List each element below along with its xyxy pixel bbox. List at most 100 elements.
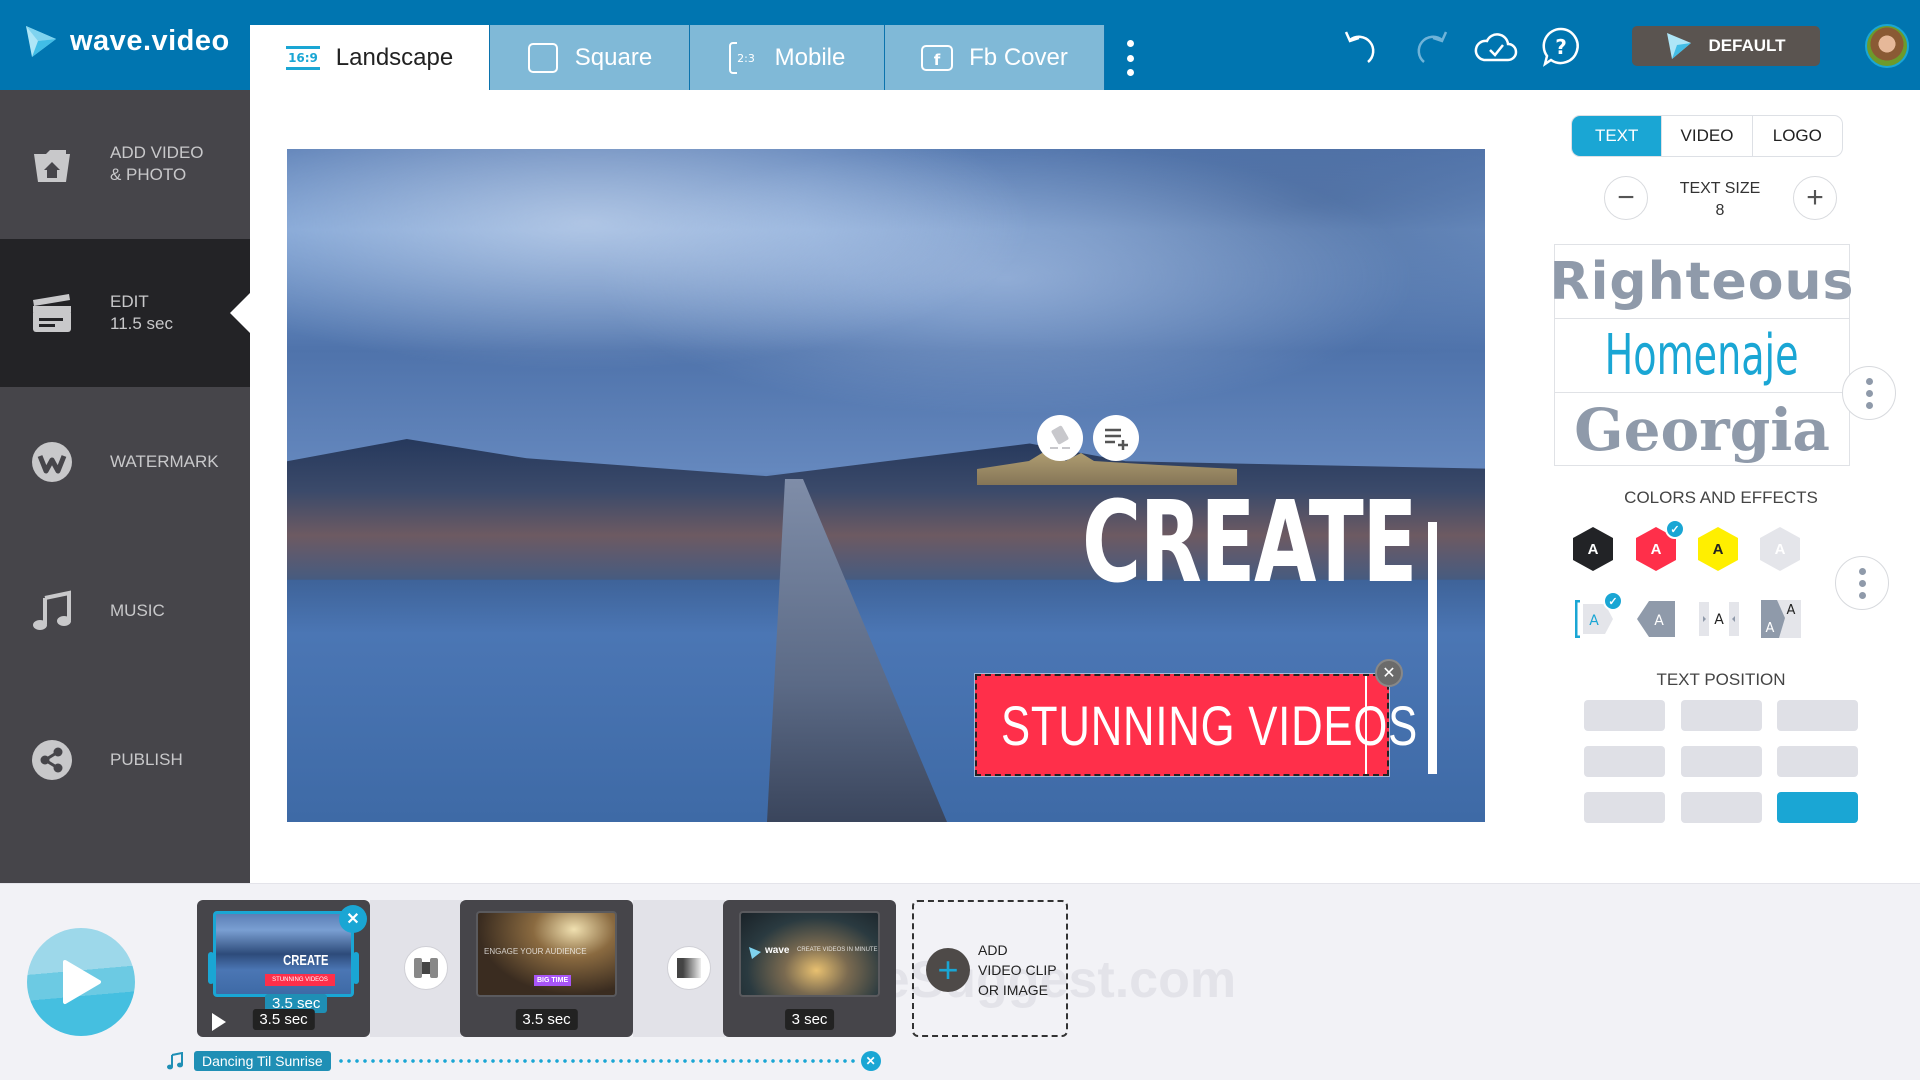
remove-text-button[interactable]: ✕ xyxy=(1375,659,1403,687)
app-name: wave.video xyxy=(70,24,230,57)
timeline-clip[interactable]: wave CREATE VIDEOS IN MINUTES 3 sec xyxy=(723,900,896,1037)
clip-play-icon[interactable] xyxy=(211,1012,227,1032)
tab-label: Square xyxy=(574,43,653,71)
tab-text[interactable]: TEXT xyxy=(1572,116,1663,156)
tab-label: Mobile xyxy=(774,43,846,71)
effect-slide-center[interactable]: A xyxy=(1699,600,1739,638)
redo-icon[interactable] xyxy=(1408,26,1450,68)
help-icon[interactable]: ? xyxy=(1540,26,1582,68)
transition-button[interactable] xyxy=(404,946,448,990)
remove-music-button[interactable]: ✕ xyxy=(860,1051,881,1071)
sidebar-item-edit[interactable]: EDIT 11.5 sec xyxy=(0,239,250,387)
thumb-subline: BIG TIME xyxy=(534,975,572,986)
close-icon: ✕ xyxy=(1382,665,1396,682)
add-list-icon xyxy=(1105,428,1128,450)
headline-text[interactable]: CREATE xyxy=(1082,487,1417,599)
add-clip-label: ADD xyxy=(978,942,1008,958)
effect-diagonal[interactable]: AA xyxy=(1761,600,1801,638)
clip-thumbnail: wave CREATE VIDEOS IN MINUTES xyxy=(739,911,880,997)
effect-arrow-left[interactable]: A xyxy=(1637,600,1677,638)
position-top-right[interactable] xyxy=(1777,700,1858,731)
svg-text:A: A xyxy=(1714,612,1724,628)
tab-fb-cover[interactable]: f Fb Cover xyxy=(885,25,1105,90)
add-clip-button[interactable]: + ADD VIDEO CLIP OR IMAGE xyxy=(912,900,1068,1037)
position-bottom-left[interactable] xyxy=(1584,792,1665,823)
svg-text:A: A xyxy=(1766,621,1775,636)
position-top-left[interactable] xyxy=(1584,700,1665,731)
svg-text:A: A xyxy=(1589,613,1599,629)
position-middle-center[interactable] xyxy=(1681,746,1762,777)
clip-thumbnail: ENGAGE YOUR AUDIENCE BIG TIME xyxy=(476,911,617,997)
font-option-georgia[interactable]: Georgia xyxy=(1555,393,1849,467)
svg-text:f: f xyxy=(934,51,941,69)
undo-icon[interactable] xyxy=(1342,26,1384,68)
play-preview-button[interactable] xyxy=(27,928,135,1036)
remove-clip-button[interactable]: ✕ xyxy=(339,905,367,933)
thumb-subline: STUNNING VIDEOS xyxy=(265,974,335,986)
decrease-text-size-button[interactable]: − xyxy=(1604,176,1648,220)
music-track-title[interactable]: Dancing Til Sunrise xyxy=(194,1051,331,1071)
svg-text:16:9: 16:9 xyxy=(288,51,318,65)
position-middle-left[interactable] xyxy=(1584,746,1665,777)
add-clip-label: OR IMAGE xyxy=(978,982,1049,998)
thumb-subline: CREATE VIDEOS IN MINUTES xyxy=(797,947,880,953)
font-list: Righteous Homenaje Georgia xyxy=(1550,244,1853,467)
plus-icon: + xyxy=(1806,181,1824,214)
more-fonts-button[interactable] xyxy=(1842,366,1896,420)
square-icon xyxy=(527,42,559,74)
app-logo[interactable]: wave.video xyxy=(24,24,230,58)
position-top-center[interactable] xyxy=(1681,700,1762,731)
trim-handle-left[interactable] xyxy=(208,952,214,984)
tab-logo[interactable]: LOGO xyxy=(1753,116,1842,156)
tab-square[interactable]: Square xyxy=(490,25,690,90)
font-option-homenaje[interactable]: Homenaje xyxy=(1555,319,1849,393)
add-text-line-button[interactable] xyxy=(1093,415,1139,461)
position-bottom-right[interactable] xyxy=(1777,792,1858,823)
user-avatar[interactable] xyxy=(1865,24,1909,68)
tab-mobile[interactable]: 2:3 Mobile xyxy=(690,25,885,90)
text-position-title: TEXT POSITION xyxy=(1656,670,1786,689)
timeline-clip[interactable]: ENGAGE YOUR AUDIENCE BIG TIME 3.5 sec xyxy=(460,900,633,1037)
sidebar-item-music[interactable]: MUSIC xyxy=(0,537,250,685)
color-swatch-yellow[interactable]: A xyxy=(1698,527,1738,571)
sidebar-label: ADD VIDEO xyxy=(110,143,204,162)
color-swatch-black[interactable]: A xyxy=(1573,527,1613,571)
transition-icon xyxy=(414,958,438,978)
timeline-clip[interactable]: CREATE STUNNING VIDEOS ✕ 3.5 sec 3.5 sec xyxy=(197,900,370,1037)
cloud-check-icon[interactable] xyxy=(1472,26,1520,68)
folder-home-icon xyxy=(30,142,74,186)
more-formats-button[interactable] xyxy=(1120,40,1140,76)
font-option-righteous[interactable]: Righteous xyxy=(1550,245,1853,319)
position-middle-right[interactable] xyxy=(1777,746,1858,777)
trim-handle-right[interactable] xyxy=(353,952,359,984)
format-tabs: 16:9 Landscape Square 2:3 Mobile f Fb Co… xyxy=(250,25,1105,90)
text-cursor xyxy=(1365,676,1367,774)
share-icon xyxy=(30,738,74,782)
transition-icon xyxy=(677,958,701,978)
position-bottom-center[interactable] xyxy=(1681,792,1762,823)
clapperboard-icon xyxy=(30,291,74,335)
tab-landscape[interactable]: 16:9 Landscape xyxy=(250,25,490,90)
close-icon: ✕ xyxy=(346,911,360,928)
more-colors-button[interactable] xyxy=(1835,556,1889,610)
tab-video[interactable]: VIDEO xyxy=(1662,116,1753,156)
sidebar-label: WATERMARK xyxy=(110,452,219,471)
brand-preset-button[interactable]: DEFAULT xyxy=(1632,26,1820,66)
facebook-icon: f xyxy=(921,44,954,71)
sidebar-item-publish[interactable]: PUBLISH xyxy=(0,686,250,834)
minus-icon: − xyxy=(1617,181,1635,214)
sidebar-item-watermark[interactable]: WATERMARK xyxy=(0,388,250,536)
color-swatch-light[interactable]: A xyxy=(1760,527,1800,571)
transition-button[interactable] xyxy=(667,946,711,990)
music-track-range[interactable] xyxy=(336,1059,857,1063)
text-size-display: TEXT SIZE 8 xyxy=(1660,178,1780,222)
sidebar-item-add-media[interactable]: ADD VIDEO & PHOTO xyxy=(0,90,250,238)
subline-text-box[interactable]: STUNNING VIDEOS xyxy=(974,673,1417,777)
video-canvas[interactable]: CREATE STUNNING VIDEOS ✕ xyxy=(287,149,1485,822)
clear-format-button[interactable] xyxy=(1037,415,1083,461)
thumb-headline: wave xyxy=(765,945,790,956)
watermark-icon xyxy=(30,440,74,484)
panel-tabs: TEXT VIDEO LOGO xyxy=(1571,115,1843,157)
wave-logo-icon xyxy=(26,26,56,57)
increase-text-size-button[interactable]: + xyxy=(1793,176,1837,220)
